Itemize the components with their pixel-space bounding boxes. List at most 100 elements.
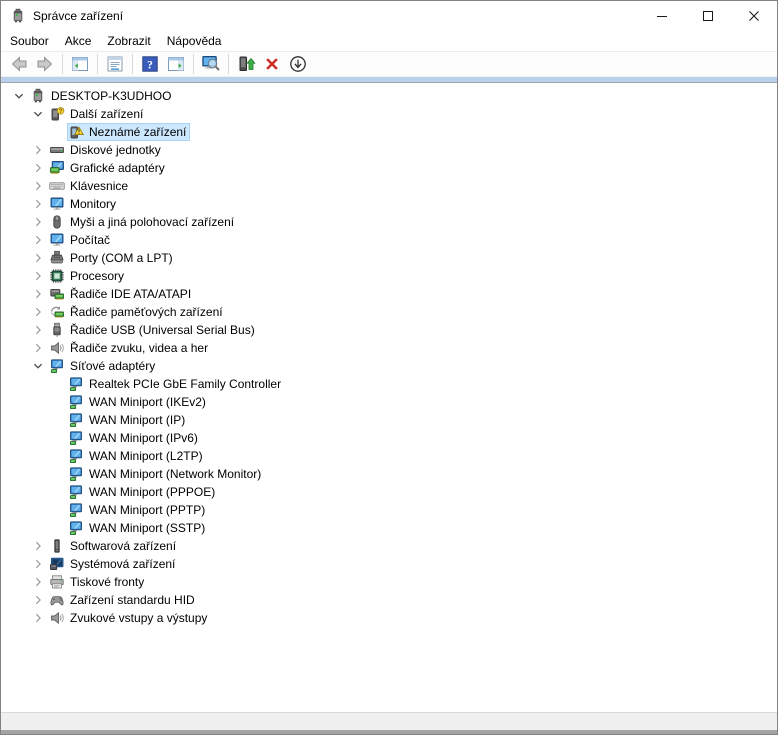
tree-item-graficke-adaptery[interactable]: Grafické adaptéry	[1, 159, 777, 177]
toolbar-action-pane-button[interactable]	[163, 52, 189, 76]
tree-item-body[interactable]: Řadiče paměťových zařízení	[48, 303, 227, 321]
tree-item-wan-miniport-l2tp[interactable]: WAN Miniport (L2TP)	[1, 447, 777, 465]
toolbar-show-console-tree-button[interactable]	[67, 52, 93, 76]
tree-item-body[interactable]: Porty (COM a LPT)	[48, 249, 177, 267]
toolbar-uninstall-device-button[interactable]	[259, 52, 285, 76]
chevron-down-icon[interactable]	[11, 88, 27, 104]
menu-akce[interactable]: Akce	[57, 32, 100, 50]
chevron-right-icon[interactable]	[30, 178, 46, 194]
tree-item-body[interactable]: Klávesnice	[48, 177, 132, 195]
tree-item-desktop-k3udhoo[interactable]: DESKTOP-K3UDHOO	[1, 87, 777, 105]
chevron-right-icon[interactable]	[30, 592, 46, 608]
tree-item-zarizeni-standardu-hid[interactable]: Zařízení standardu HID	[1, 591, 777, 609]
toolbar-forward-button[interactable]	[32, 52, 58, 76]
toolbar-disable-device-button[interactable]	[285, 52, 311, 76]
minimize-button[interactable]	[639, 1, 685, 31]
tree-item-wan-miniport-ikev2[interactable]: WAN Miniport (IKEv2)	[1, 393, 777, 411]
chevron-right-icon[interactable]	[30, 556, 46, 572]
tree-item-body[interactable]: ?Další zařízení	[48, 105, 147, 123]
tree-item-body[interactable]: Grafické adaptéry	[48, 159, 169, 177]
chevron-down-icon[interactable]	[30, 106, 46, 122]
close-button[interactable]	[731, 1, 777, 31]
tree-item-dalsi-zarizeni[interactable]: ?Další zařízení	[1, 105, 777, 123]
toolbar-properties-button[interactable]	[102, 52, 128, 76]
tree-item-body[interactable]: WAN Miniport (L2TP)	[67, 447, 207, 465]
tree-item-wan-miniport-network-monitor[interactable]: WAN Miniport (Network Monitor)	[1, 465, 777, 483]
tree-item-body[interactable]: WAN Miniport (IKEv2)	[67, 393, 210, 411]
tree-item-body[interactable]: Diskové jednotky	[48, 141, 165, 159]
tree-item-wan-miniport-sstp[interactable]: WAN Miniport (SSTP)	[1, 519, 777, 537]
tree-item-nezname-zarizeni[interactable]: Neznámé zařízení	[1, 123, 777, 141]
chevron-down-icon[interactable]	[30, 358, 46, 374]
tree-item-body[interactable]: Počítač	[48, 231, 114, 249]
tree-item-body[interactable]: Myši a jiná polohovací zařízení	[48, 213, 238, 231]
toolbar-update-driver-button[interactable]	[233, 52, 259, 76]
tree-item-body[interactable]: Zvukové vstupy a výstupy	[48, 609, 211, 627]
tree-item-radice-usb-universal-serial-bus[interactable]: Řadiče USB (Universal Serial Bus)	[1, 321, 777, 339]
chevron-right-icon[interactable]	[30, 196, 46, 212]
tree-item-radice-ide-ata-atapi[interactable]: Řadiče IDE ATA/ATAPI	[1, 285, 777, 303]
chevron-right-icon[interactable]	[30, 160, 46, 176]
tree-item-wan-miniport-pptp[interactable]: WAN Miniport (PPTP)	[1, 501, 777, 519]
chevron-right-icon[interactable]	[30, 250, 46, 266]
tree-item-pocitac[interactable]: Počítač	[1, 231, 777, 249]
chevron-right-icon[interactable]	[30, 610, 46, 626]
tree-item-body[interactable]: WAN Miniport (PPPOE)	[67, 483, 219, 501]
minimize-icon	[657, 11, 667, 21]
chevron-right-icon[interactable]	[30, 214, 46, 230]
tree-item-body[interactable]: Systémová zařízení	[48, 555, 179, 573]
tree-item-realtek-pcie-gbe-family-controller[interactable]: Realtek PCIe GbE Family Controller	[1, 375, 777, 393]
tree-item-wan-miniport-ip[interactable]: WAN Miniport (IP)	[1, 411, 777, 429]
chevron-right-icon[interactable]	[30, 268, 46, 284]
tree-item-body[interactable]: WAN Miniport (IP)	[67, 411, 189, 429]
tree-item-body[interactable]: Řadiče zvuku, videa a her	[48, 339, 212, 357]
tree-item-body[interactable]: Softwarová zařízení	[48, 537, 180, 555]
toolbar-back-button[interactable]	[6, 52, 32, 76]
tree-item-body[interactable]: DESKTOP-K3UDHOO	[29, 87, 175, 105]
chevron-right-icon[interactable]	[30, 574, 46, 590]
chevron-right-icon[interactable]	[30, 322, 46, 338]
tree-item-procesory[interactable]: Procesory	[1, 267, 777, 285]
menu-zobrazit[interactable]: Zobrazit	[99, 32, 158, 50]
tree-item-wan-miniport-pppoe[interactable]: WAN Miniport (PPPOE)	[1, 483, 777, 501]
tree-item-body[interactable]: Monitory	[48, 195, 120, 213]
tree-item-label: Tiskové fronty	[70, 575, 144, 589]
tree-item-body[interactable]: WAN Miniport (Network Monitor)	[67, 465, 265, 483]
tree-item-body[interactable]: Řadiče USB (Universal Serial Bus)	[48, 321, 259, 339]
tree-item-body[interactable]: Neznámé zařízení	[67, 123, 190, 141]
tree-item-body[interactable]: Zařízení standardu HID	[48, 591, 199, 609]
display-adapter-icon	[49, 160, 65, 176]
tree-item-body[interactable]: Řadiče IDE ATA/ATAPI	[48, 285, 195, 303]
toolbar-scan-hardware-changes-button[interactable]	[198, 52, 224, 76]
menu-soubor[interactable]: Soubor	[2, 32, 57, 50]
chevron-right-icon[interactable]	[30, 538, 46, 554]
toolbar-help-button[interactable]: ?	[137, 52, 163, 76]
tree-item-body[interactable]: WAN Miniport (IPv6)	[67, 429, 202, 447]
tree-item-body[interactable]: WAN Miniport (PPTP)	[67, 501, 209, 519]
tree-item-body[interactable]: Realtek PCIe GbE Family Controller	[67, 375, 285, 393]
tree-item-softwarova-zarizeni[interactable]: Softwarová zařízení	[1, 537, 777, 555]
tree-item-zvukove-vstupy-a-vystupy[interactable]: Zvukové vstupy a výstupy	[1, 609, 777, 627]
chevron-right-icon[interactable]	[30, 340, 46, 356]
chevron-right-icon[interactable]	[30, 142, 46, 158]
tree-item-wan-miniport-ipv6[interactable]: WAN Miniport (IPv6)	[1, 429, 777, 447]
chevron-right-icon[interactable]	[30, 286, 46, 302]
tree-item-tiskove-fronty[interactable]: Tiskové fronty	[1, 573, 777, 591]
tree-item-body[interactable]: Tiskové fronty	[48, 573, 148, 591]
tree-item-monitory[interactable]: Monitory	[1, 195, 777, 213]
tree-item-porty-com-a-lpt[interactable]: Porty (COM a LPT)	[1, 249, 777, 267]
chevron-right-icon[interactable]	[30, 232, 46, 248]
menu-napoveda[interactable]: Nápověda	[159, 32, 230, 50]
tree-item-klavesnice[interactable]: Klávesnice	[1, 177, 777, 195]
tree-item-mysi-a-jina-polohovaci-zarizeni[interactable]: Myši a jiná polohovací zařízení	[1, 213, 777, 231]
maximize-button[interactable]	[685, 1, 731, 31]
tree-item-body[interactable]: Procesory	[48, 267, 128, 285]
tree-item-systemova-zarizeni[interactable]: Systémová zařízení	[1, 555, 777, 573]
tree-item-radice-pametovych-zarizeni[interactable]: Řadiče paměťových zařízení	[1, 303, 777, 321]
chevron-right-icon[interactable]	[30, 304, 46, 320]
tree-item-body[interactable]: WAN Miniport (SSTP)	[67, 519, 209, 537]
tree-item-body[interactable]: Síťové adaptéry	[48, 357, 159, 375]
tree-item-diskove-jednotky[interactable]: Diskové jednotky	[1, 141, 777, 159]
tree-item-radice-zvuku-videa-a-her[interactable]: Řadiče zvuku, videa a her	[1, 339, 777, 357]
tree-item-sitove-adaptery[interactable]: Síťové adaptéry	[1, 357, 777, 375]
